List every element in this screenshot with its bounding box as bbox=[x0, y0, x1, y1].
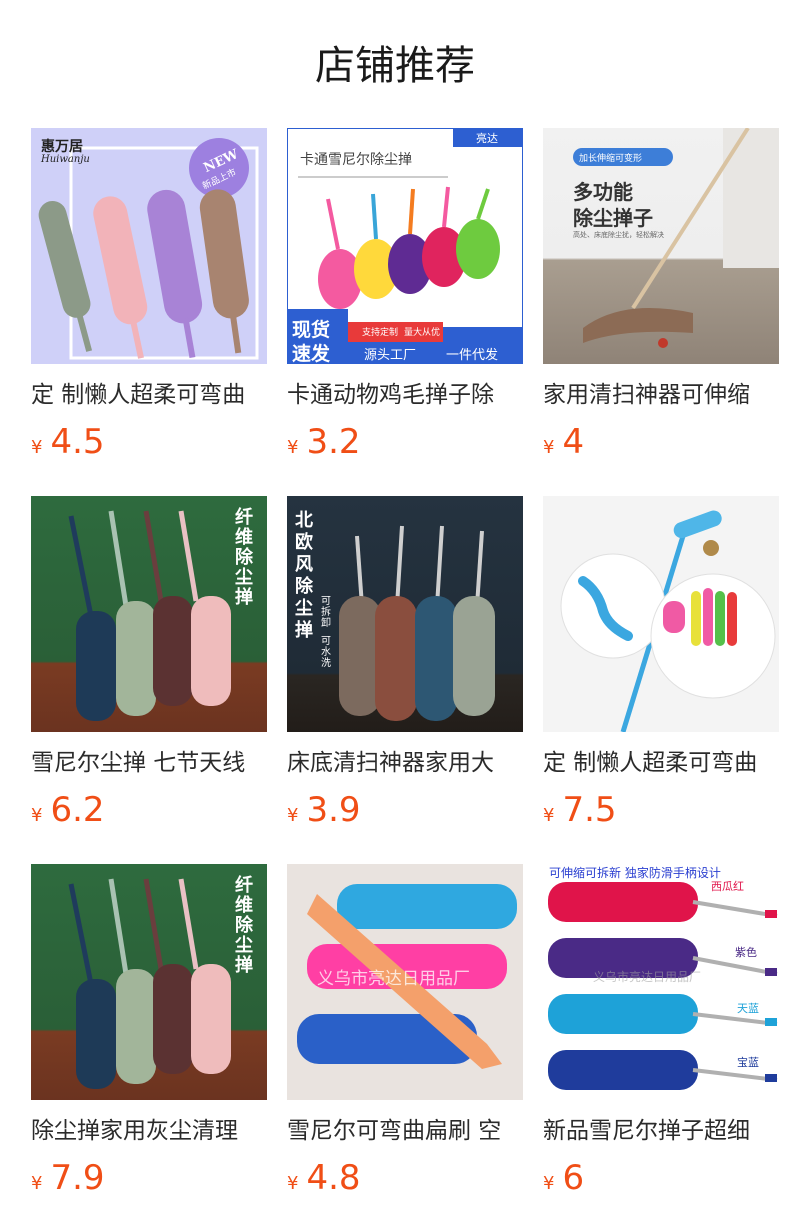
promo-tag-1: 支持定制 bbox=[362, 328, 399, 338]
color-label-4: 宝蓝 bbox=[737, 1056, 759, 1069]
image-heading: 可伸缩可拆新 独家防滑手柄设计 bbox=[549, 866, 721, 880]
product-name[interactable]: 定 制懒人超柔可弯曲 bbox=[543, 746, 779, 780]
image-tag: 加长伸缩可变形 bbox=[579, 154, 643, 164]
product-image[interactable]: 卡通雪尼尔除尘掸 亮达 现货 速发 支持定制 量大从优 源头工厂 一件代发 bbox=[287, 128, 523, 364]
price-value: 3.2 bbox=[306, 422, 361, 462]
product-name[interactable]: 床底清扫神器家用大 bbox=[287, 746, 523, 780]
price-value: 6.2 bbox=[50, 790, 105, 830]
image-heading: 纤维除尘掸 bbox=[235, 875, 253, 976]
currency-symbol: ¥ bbox=[543, 437, 555, 458]
currency-symbol: ¥ bbox=[287, 437, 299, 458]
product-price: ¥4.8 bbox=[287, 1158, 523, 1204]
brand-logo-text: 惠万居 bbox=[41, 139, 83, 155]
watermark-text: 义乌市亮达日用品厂 bbox=[317, 969, 470, 989]
image-heading: 北欧风除尘掸 bbox=[295, 510, 313, 641]
product-price: ¥3.9 bbox=[287, 790, 523, 836]
product-image[interactable]: 惠万居 Huiwanju NEW 新品上市 bbox=[31, 128, 267, 364]
product-card[interactable]: 惠万居 Huiwanju NEW 新品上市 定 制懒人超柔可弯曲 ¥4.5 bbox=[31, 128, 267, 468]
brand-logo-subtext: Huiwanju bbox=[41, 154, 90, 165]
product-image-art bbox=[560, 510, 776, 732]
product-card[interactable]: 义乌市亮达日用品厂 雪尼尔可弯曲扁刷 空 ¥4.8 bbox=[287, 864, 523, 1204]
image-heading: 卡通雪尼尔除尘掸 bbox=[300, 152, 412, 168]
image-heading-1: 多功能 bbox=[573, 180, 633, 204]
image-caption: 高处、床底除尘扰，轻松解决 bbox=[573, 231, 664, 239]
product-card[interactable]: 加长伸缩可变形 多功能 除尘掸子 高处、床底除尘扰，轻松解决 家用清扫神器可伸缩… bbox=[543, 128, 779, 468]
watermark-text: 义乌市亮达日用品厂 bbox=[593, 970, 702, 984]
price-value: 6 bbox=[562, 1158, 585, 1198]
color-label-2: 紫色 bbox=[735, 946, 757, 959]
product-name[interactable]: 定 制懒人超柔可弯曲 bbox=[31, 378, 267, 412]
brand-tag: 亮达 bbox=[476, 132, 498, 145]
image-tag-2: 可水洗 bbox=[321, 636, 331, 669]
product-price: ¥4.5 bbox=[31, 422, 267, 468]
image-heading: 纤维除尘掸 bbox=[235, 507, 253, 608]
color-label-3: 天蓝 bbox=[737, 1002, 759, 1015]
product-image[interactable]: 可伸缩可拆新 独家防滑手柄设计 西瓜红 紫色 天蓝 宝蓝 义乌市亮达日用品厂 bbox=[543, 864, 779, 1100]
product-image[interactable]: 义乌市亮达日用品厂 bbox=[287, 864, 523, 1100]
page-title: 店铺推荐 bbox=[315, 43, 475, 89]
product-price: ¥7.5 bbox=[543, 790, 779, 836]
promo-text-4: 一件代发 bbox=[446, 348, 499, 363]
product-image[interactable]: 纤维除尘掸 bbox=[31, 496, 267, 732]
promo-text-1: 现货 bbox=[292, 319, 331, 341]
currency-symbol: ¥ bbox=[287, 805, 299, 826]
price-value: 7.5 bbox=[562, 790, 617, 830]
promo-tag-2: 量大从优 bbox=[404, 328, 441, 338]
product-card[interactable]: 定 制懒人超柔可弯曲 ¥7.5 bbox=[543, 496, 779, 836]
currency-symbol: ¥ bbox=[543, 1173, 555, 1194]
product-card[interactable]: 纤维除尘掸 除尘掸家用灰尘清理 ¥7.9 bbox=[31, 864, 267, 1204]
product-price: ¥4 bbox=[543, 422, 779, 468]
price-value: 4.5 bbox=[50, 422, 105, 462]
product-name[interactable]: 除尘掸家用灰尘清理 bbox=[31, 1114, 267, 1148]
product-image[interactable]: 北欧风除尘掸 可拆卸 可水洗 bbox=[287, 496, 523, 732]
product-card[interactable]: 可伸缩可拆新 独家防滑手柄设计 西瓜红 紫色 天蓝 宝蓝 义乌市亮达日用品厂 新… bbox=[543, 864, 779, 1204]
product-price: ¥7.9 bbox=[31, 1158, 267, 1204]
price-value: 7.9 bbox=[50, 1158, 105, 1198]
price-value: 4 bbox=[562, 422, 585, 462]
price-value: 4.8 bbox=[306, 1158, 361, 1198]
product-image-art bbox=[68, 510, 231, 721]
promo-text-2: 速发 bbox=[292, 343, 331, 364]
product-price: ¥6 bbox=[543, 1158, 779, 1204]
product-card[interactable]: 北欧风除尘掸 可拆卸 可水洗 床底清扫神器家用大 ¥3.9 bbox=[287, 496, 523, 836]
product-name[interactable]: 新品雪尼尔掸子超细 bbox=[543, 1114, 779, 1148]
product-image[interactable]: 加长伸缩可变形 多功能 除尘掸子 高处、床底除尘扰，轻松解决 bbox=[543, 128, 779, 364]
product-price: ¥6.2 bbox=[31, 790, 267, 836]
product-price: ¥3.2 bbox=[287, 422, 523, 468]
product-name[interactable]: 家用清扫神器可伸缩 bbox=[543, 378, 779, 412]
currency-symbol: ¥ bbox=[31, 805, 43, 826]
currency-symbol: ¥ bbox=[31, 437, 43, 458]
price-value: 3.9 bbox=[306, 790, 361, 830]
product-card[interactable]: 卡通雪尼尔除尘掸 亮达 现货 速发 支持定制 量大从优 源头工厂 一件代发 卡通… bbox=[287, 128, 523, 468]
product-name[interactable]: 雪尼尔尘掸 七节天线 bbox=[31, 746, 267, 780]
product-image[interactable] bbox=[543, 496, 779, 732]
image-tag-1: 可拆卸 bbox=[321, 596, 331, 629]
product-name[interactable]: 雪尼尔可弯曲扁刷 空 bbox=[287, 1114, 523, 1148]
product-image[interactable]: 纤维除尘掸 bbox=[31, 864, 267, 1100]
product-image-art bbox=[68, 878, 231, 1089]
promo-text-3: 源头工厂 bbox=[364, 348, 417, 363]
image-heading-2: 除尘掸子 bbox=[573, 206, 653, 230]
currency-symbol: ¥ bbox=[287, 1173, 299, 1194]
color-label-1: 西瓜红 bbox=[711, 880, 744, 893]
currency-symbol: ¥ bbox=[543, 805, 555, 826]
currency-symbol: ¥ bbox=[31, 1173, 43, 1194]
product-name[interactable]: 卡通动物鸡毛掸子除 bbox=[287, 378, 523, 412]
product-card[interactable]: 纤维除尘掸 雪尼尔尘掸 七节天线 ¥6.2 bbox=[31, 496, 267, 836]
